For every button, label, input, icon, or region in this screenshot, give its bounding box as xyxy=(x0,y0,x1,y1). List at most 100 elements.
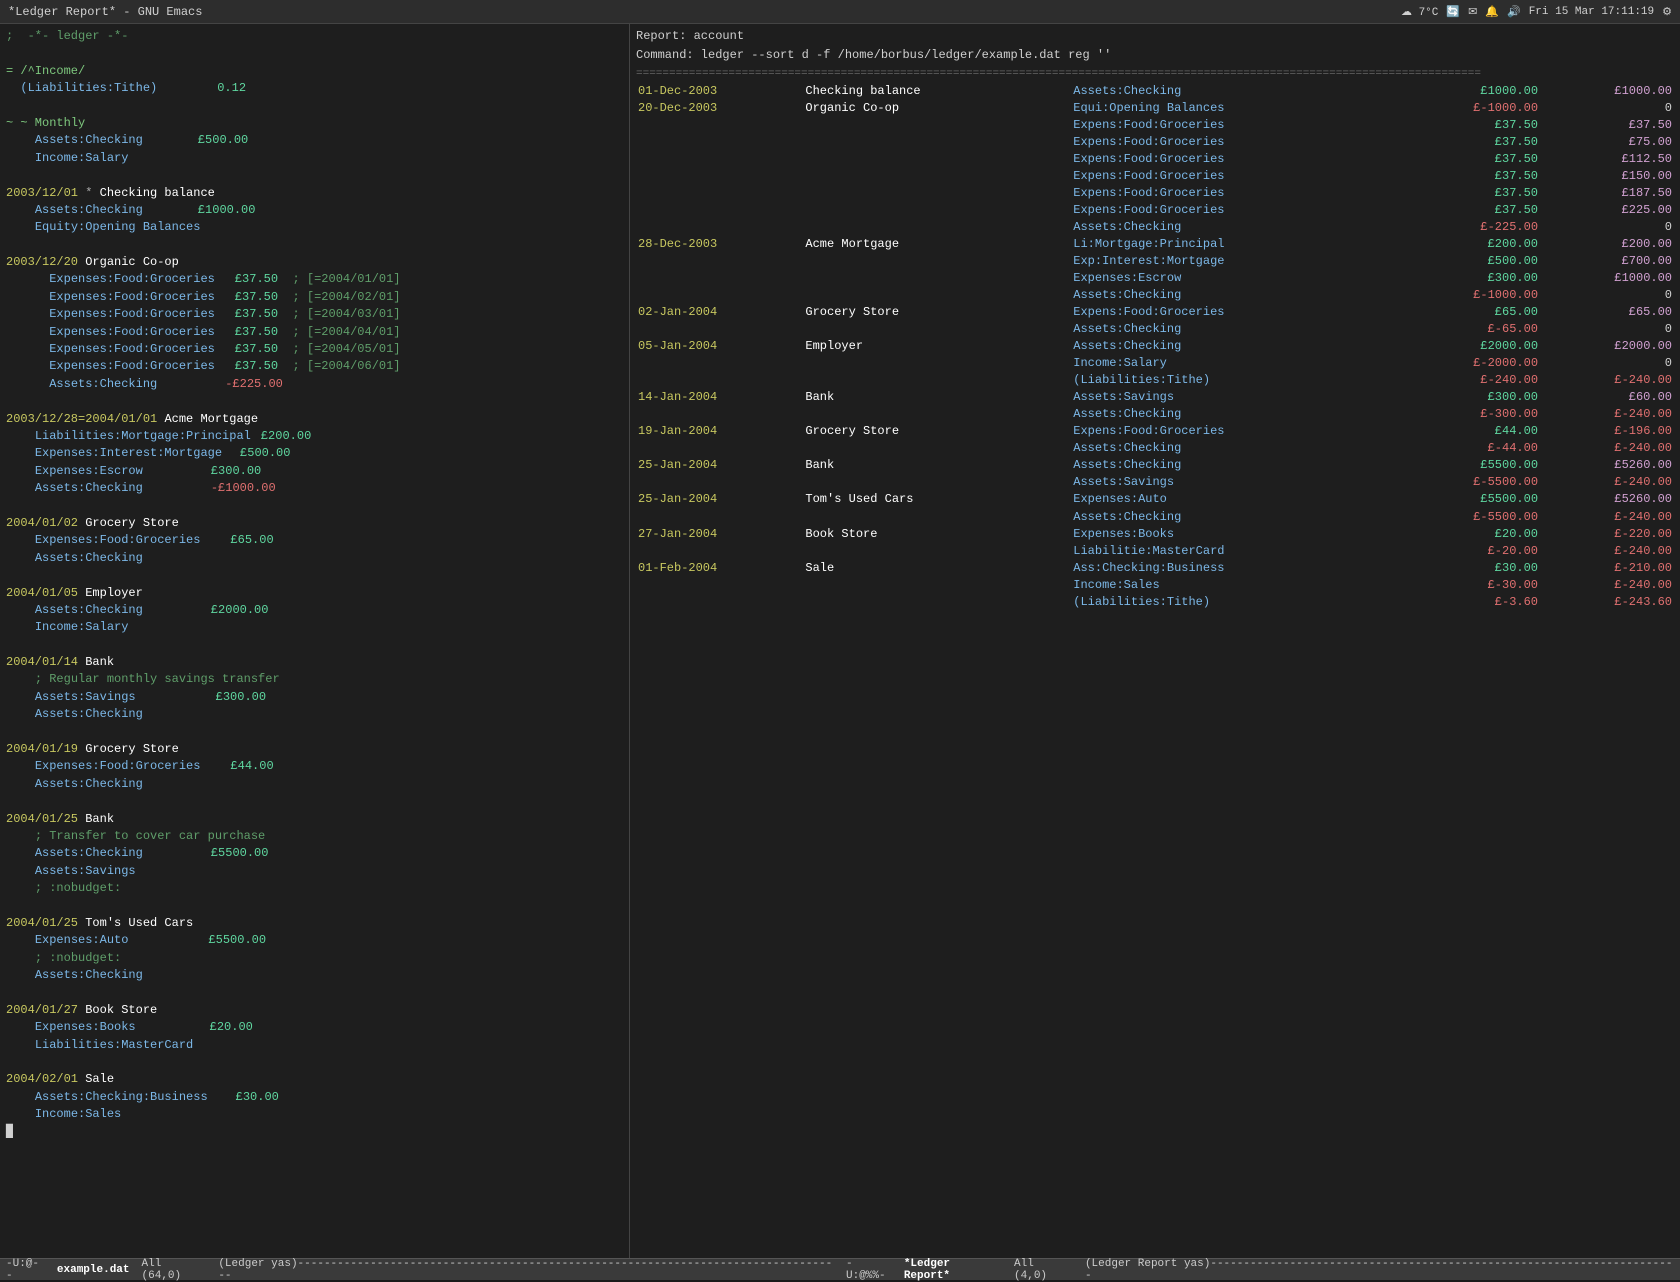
assets-checking-monthly: Assets:Checking£500.00 xyxy=(6,132,623,149)
tx-20031220-a1: Expenses:Food:Groceries£37.50 ; [=2004/0… xyxy=(6,271,623,288)
report-payee-cell xyxy=(803,202,1071,219)
report-payee-cell: Bank xyxy=(803,389,1071,406)
tx-20040201-a1: Assets:Checking:Business£30.00 xyxy=(6,1089,623,1106)
tx-20031220: 2003/12/20 Organic Co-op xyxy=(6,254,623,271)
left-line-comment: ; -*- ledger -*- xyxy=(6,28,623,45)
report-account-cell: Assets:Checking xyxy=(1071,338,1406,355)
volume-icon[interactable]: 🔊 xyxy=(1507,5,1521,19)
report-account-cell: Expens:Food:Groceries xyxy=(1071,423,1406,440)
report-account-cell: Income:Salary xyxy=(1071,355,1406,372)
tx-20040105-a2: Income:Salary xyxy=(6,619,623,636)
right-pane[interactable]: Report: account Command: ledger --sort d… xyxy=(630,24,1680,1258)
report-account-cell: Assets:Checking xyxy=(1071,406,1406,423)
report-payee-cell: Organic Co-op xyxy=(803,100,1071,117)
report-account-cell: Expenses:Books xyxy=(1071,526,1406,543)
report-running-cell: £200.00 xyxy=(1540,236,1674,253)
report-date-cell xyxy=(636,594,803,611)
report-date-cell xyxy=(636,151,803,168)
report-amount-cell: £20.00 xyxy=(1406,526,1540,543)
report-payee-cell xyxy=(803,185,1071,202)
report-amount-cell: £-5500.00 xyxy=(1406,509,1540,526)
tx-20031220-a7: Assets:Checking-£225.00 xyxy=(6,376,623,393)
left-filename: example.dat xyxy=(57,1264,130,1276)
table-row: Income:Salary£-2000.000 xyxy=(636,355,1674,372)
report-date-cell xyxy=(636,355,803,372)
main-content: ; -*- ledger -*- = /^Income/ (Liabilitie… xyxy=(0,24,1680,1258)
notif-icon[interactable]: 🔔 xyxy=(1485,5,1499,19)
tx-20040201-a2: Income:Sales xyxy=(6,1106,623,1123)
left-mode2: (Ledger yas)----------------------------… xyxy=(218,1258,834,1282)
report-payee-cell: Sale xyxy=(803,560,1071,577)
weather: ☁ 7°C xyxy=(1401,5,1438,19)
mail-icon[interactable]: ✉ xyxy=(1468,5,1477,19)
report-running-cell: £-240.00 xyxy=(1540,509,1674,526)
tx-20040125-a2: Assets:Savings xyxy=(6,863,623,880)
report-running-cell: £187.50 xyxy=(1540,185,1674,202)
report-date-cell xyxy=(636,577,803,594)
right-mode: -U:@%%- xyxy=(846,1258,892,1282)
tx-20040114-comment: ; Regular monthly savings transfer xyxy=(6,671,623,688)
report-account-cell: Expens:Food:Groceries xyxy=(1071,304,1406,321)
table-row: 19-Jan-2004Grocery StoreExpens:Food:Groc… xyxy=(636,423,1674,440)
table-row: 20-Dec-2003Organic Co-opEqui:Opening Bal… xyxy=(636,100,1674,117)
tx-20031220-a4: Expenses:Food:Groceries£37.50 ; [=2004/0… xyxy=(6,324,623,341)
report-amount-cell: £5500.00 xyxy=(1406,491,1540,508)
table-row: 14-Jan-2004BankAssets:Savings£300.00£60.… xyxy=(636,389,1674,406)
status-right: -U:@%%- *Ledger Report* All (4,0) (Ledge… xyxy=(840,1258,1680,1282)
report-running-cell: £-210.00 xyxy=(1540,560,1674,577)
report-running-cell: £1000.00 xyxy=(1540,83,1674,100)
table-row: Income:Sales£-30.00£-240.00 xyxy=(636,577,1674,594)
report-date-cell xyxy=(636,219,803,236)
sync-icon[interactable]: 🔄 xyxy=(1446,5,1460,19)
report-amount-cell: £37.50 xyxy=(1406,151,1540,168)
table-row: Assets:Checking£-44.00£-240.00 xyxy=(636,440,1674,457)
report-account-cell: (Liabilities:Tithe) xyxy=(1071,594,1406,611)
report-payee-cell xyxy=(803,253,1071,270)
tx-20031201-a2: Equity:Opening Balances xyxy=(6,219,623,236)
report-account-cell: Liabilitie:MasterCard xyxy=(1071,543,1406,560)
report-amount-cell: £5500.00 xyxy=(1406,457,1540,474)
settings-icon[interactable]: ⚙ xyxy=(1662,5,1672,19)
report-date-cell: 25-Jan-2004 xyxy=(636,491,803,508)
income-salary-monthly: Income:Salary xyxy=(6,150,623,167)
report-amount-cell: £300.00 xyxy=(1406,270,1540,287)
report-payee-cell: Grocery Store xyxy=(803,423,1071,440)
report-date-cell: 27-Jan-2004 xyxy=(636,526,803,543)
report-running-cell: £-220.00 xyxy=(1540,526,1674,543)
table-row: Expens:Food:Groceries£37.50£112.50 xyxy=(636,151,1674,168)
tx-20040127-a2: Liabilities:MasterCard xyxy=(6,1037,623,1054)
tx-20040125-comment: ; Transfer to cover car purchase xyxy=(6,828,623,845)
left-pane[interactable]: ; -*- ledger -*- = /^Income/ (Liabilitie… xyxy=(0,24,630,1258)
table-row: Expens:Food:Groceries£37.50£75.00 xyxy=(636,134,1674,151)
report-payee-cell xyxy=(803,543,1071,560)
report-account-cell: Expenses:Auto xyxy=(1071,491,1406,508)
report-date-cell xyxy=(636,185,803,202)
right-mode2: (Ledger Report yas)---------------------… xyxy=(1085,1258,1674,1282)
report-payee-cell xyxy=(803,270,1071,287)
report-account-cell: Assets:Checking xyxy=(1071,321,1406,338)
report-running-cell: £-243.60 xyxy=(1540,594,1674,611)
report-account-cell: Assets:Savings xyxy=(1071,474,1406,491)
report-payee-cell xyxy=(803,372,1071,389)
table-row: 01-Feb-2004SaleAss:Checking:Business£30.… xyxy=(636,560,1674,577)
table-row: 25-Jan-2004Tom's Used CarsExpenses:Auto£… xyxy=(636,491,1674,508)
table-row: 01-Dec-2003Checking balanceAssets:Checki… xyxy=(636,83,1674,100)
tx-20040125-nobudget: ; :nobudget: xyxy=(6,880,623,897)
report-running-cell: £-240.00 xyxy=(1540,577,1674,594)
report-payee-cell xyxy=(803,440,1071,457)
report-account-cell: Assets:Checking xyxy=(1071,287,1406,304)
report-date-cell xyxy=(636,406,803,423)
report-date-cell xyxy=(636,168,803,185)
table-row: 27-Jan-2004Book StoreExpenses:Books£20.0… xyxy=(636,526,1674,543)
report-amount-cell: £-240.00 xyxy=(1406,372,1540,389)
report-amount-cell: £37.50 xyxy=(1406,134,1540,151)
report-amount-cell: £-30.00 xyxy=(1406,577,1540,594)
tx-20040114-a1: Assets:Savings£300.00 xyxy=(6,689,623,706)
table-row: Assets:Checking£-300.00£-240.00 xyxy=(636,406,1674,423)
report-payee-cell xyxy=(803,168,1071,185)
report-payee-cell: Employer xyxy=(803,338,1071,355)
tx-20031228-a4: Assets:Checking-£1000.00 xyxy=(6,480,623,497)
window-title: *Ledger Report* - GNU Emacs xyxy=(8,5,202,19)
report-running-cell: £65.00 xyxy=(1540,304,1674,321)
report-amount-cell: £37.50 xyxy=(1406,185,1540,202)
